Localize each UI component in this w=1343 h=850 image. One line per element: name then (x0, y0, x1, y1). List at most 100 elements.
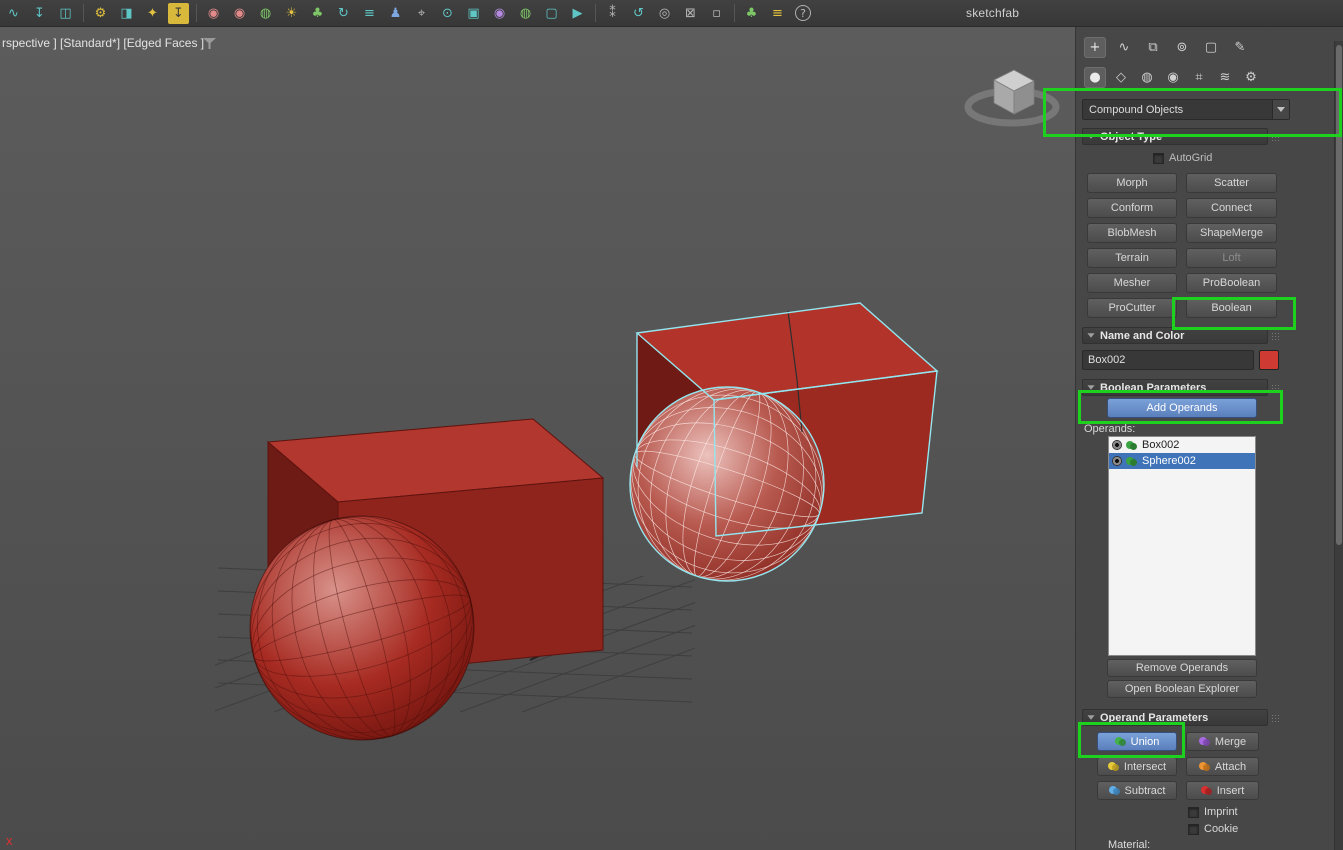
create-subtabs: ● ◇ ◍ ◉ ⌗ ≋ ⚙ (1084, 67, 1262, 88)
attach-button[interactable]: Attach (1186, 757, 1259, 776)
attach-label: Attach (1215, 761, 1246, 773)
systems-subtab-icon[interactable]: ⚙ (1240, 67, 1262, 88)
stopwatch-icon[interactable]: ⊙ (437, 3, 458, 24)
scatter-button[interactable]: Scatter (1186, 173, 1277, 193)
merge-icon (1199, 736, 1211, 747)
render-setup-icon[interactable]: ◨ (116, 3, 137, 24)
procutter-button[interactable]: ProCutter (1087, 298, 1177, 318)
insert-icon (1201, 785, 1213, 796)
intersect-label: Intersect (1124, 761, 1166, 773)
autogrid-label: AutoGrid (1169, 152, 1212, 164)
graph-editor-icon[interactable]: ◫ (55, 3, 76, 24)
motion-tab-icon[interactable]: ⊚ (1171, 37, 1193, 58)
proboolean-button[interactable]: ProBoolean (1186, 273, 1277, 293)
material-label: Material: (1108, 839, 1150, 850)
subtract-button[interactable]: Subtract (1097, 781, 1177, 800)
eye-icon[interactable]: ◉ (489, 3, 510, 24)
display-tab-icon[interactable]: ▢ (1200, 37, 1222, 58)
right-boolean-object[interactable] (605, 303, 937, 606)
dashed-box-icon[interactable]: ▫ (706, 3, 727, 24)
remove-operands-button[interactable]: Remove Operands (1107, 659, 1257, 677)
bone-icon[interactable]: ⌖ (411, 3, 432, 24)
panel-scrollbar[interactable] (1334, 41, 1343, 850)
rollout-arrow-icon (1087, 715, 1094, 720)
utilities-tab-icon[interactable]: ✎ (1229, 37, 1251, 58)
operand-row-box002[interactable]: Box002 (1109, 437, 1255, 453)
object-color-swatch[interactable] (1259, 350, 1279, 370)
orbit-icon[interactable]: ↺ (628, 3, 649, 24)
play-monitor-icon[interactable]: ▶ (567, 3, 588, 24)
create-tab-icon[interactable]: + (1084, 37, 1106, 58)
bulb-icon[interactable]: ◍ (515, 3, 536, 24)
operand-label: Box002 (1142, 439, 1179, 451)
spacewarps-subtab-icon[interactable]: ≋ (1214, 67, 1236, 88)
morph-button[interactable]: Morph (1087, 173, 1177, 193)
imprint-checkbox[interactable] (1188, 807, 1199, 818)
cookie-label: Cookie (1204, 823, 1238, 835)
settings-gear-icon[interactable]: ⚙ (90, 3, 111, 24)
object-name-field[interactable] (1082, 350, 1254, 370)
conform-button[interactable]: Conform (1087, 198, 1177, 218)
autogrid-row: AutoGrid (1153, 152, 1212, 164)
hierarchy-tab-icon[interactable]: ⧉ (1142, 37, 1164, 58)
refresh-icon[interactable]: ↻ (333, 3, 354, 24)
operand-type-icon (1126, 456, 1138, 467)
list-icon[interactable]: ≡ (767, 3, 788, 24)
helpers-subtab-icon[interactable]: ⌗ (1188, 67, 1210, 88)
shapes-subtab-icon[interactable]: ◇ (1110, 67, 1132, 88)
open-boolean-explorer-button[interactable]: Open Boolean Explorer (1107, 680, 1257, 698)
annotation-box-dropdown (1043, 88, 1342, 137)
geometry-subtab-icon[interactable]: ● (1084, 67, 1106, 88)
toolbar-separator (595, 4, 596, 22)
insert-button[interactable]: Insert (1186, 781, 1259, 800)
delete-box-icon[interactable]: ⊠ (680, 3, 701, 24)
rollout-grip (1271, 714, 1280, 723)
container-icon[interactable]: ▣ (463, 3, 484, 24)
people-icon[interactable]: ⁑ (602, 3, 623, 24)
connect-button[interactable]: Connect (1186, 198, 1277, 218)
help-icon[interactable]: ? (795, 5, 811, 21)
light-icon[interactable]: ◍ (255, 3, 276, 24)
blobmesh-button[interactable]: BlobMesh (1087, 223, 1177, 243)
mesher-button[interactable]: Mesher (1087, 273, 1177, 293)
notes-icon[interactable]: ≡ (359, 3, 380, 24)
import-icon[interactable]: ↧ (29, 3, 50, 24)
left-boolean-object[interactable] (225, 419, 603, 765)
annotation-box-union (1078, 722, 1185, 758)
merge-button[interactable]: Merge (1186, 732, 1259, 751)
modify-tab-icon[interactable]: ∿ (1113, 37, 1135, 58)
intersect-button[interactable]: Intersect (1097, 757, 1177, 776)
shapemerge-button[interactable]: ShapeMerge (1186, 223, 1277, 243)
camera-small-icon[interactable]: ◎ (654, 3, 675, 24)
autogrid-checkbox[interactable] (1153, 153, 1164, 164)
operands-list[interactable]: Box002 Sphere002 (1108, 436, 1256, 656)
visibility-eye-icon[interactable] (1112, 456, 1122, 466)
annotation-box-boolean (1172, 297, 1296, 330)
forest-icon[interactable]: ♣ (741, 3, 762, 24)
operand-type-icon (1126, 440, 1138, 451)
character-icon[interactable]: ♟ (385, 3, 406, 24)
subtract-icon (1109, 785, 1121, 796)
sun-icon[interactable]: ☀ (281, 3, 302, 24)
rollout-arrow-icon (1087, 333, 1094, 338)
merge-label: Merge (1215, 736, 1246, 748)
export-icon[interactable]: ↧ (168, 3, 189, 24)
viewport[interactable]: rspective ] [Standard*] [Edged Faces ] (0, 27, 1075, 850)
tree-icon[interactable]: ♣ (307, 3, 328, 24)
camera-add-icon[interactable]: ◉ (229, 3, 250, 24)
camera-icon[interactable]: ◉ (203, 3, 224, 24)
cameras-subtab-icon[interactable]: ◉ (1162, 67, 1184, 88)
terrain-button[interactable]: Terrain (1087, 248, 1177, 268)
lights-subtab-icon[interactable]: ◍ (1136, 67, 1158, 88)
visibility-eye-icon[interactable] (1112, 440, 1122, 450)
operand-row-sphere002[interactable]: Sphere002 (1109, 453, 1255, 469)
scene-curve-icon[interactable]: ∿ (3, 3, 24, 24)
cookie-row: Cookie (1188, 823, 1238, 835)
render-frame-icon[interactable]: ✦ (142, 3, 163, 24)
insert-label: Insert (1217, 785, 1245, 797)
cookie-checkbox[interactable] (1188, 824, 1199, 835)
attach-icon (1199, 761, 1211, 772)
monitor-icon[interactable]: ▢ (541, 3, 562, 24)
subtract-label: Subtract (1125, 785, 1166, 797)
viewport-scene[interactable]: x (0, 27, 1075, 850)
